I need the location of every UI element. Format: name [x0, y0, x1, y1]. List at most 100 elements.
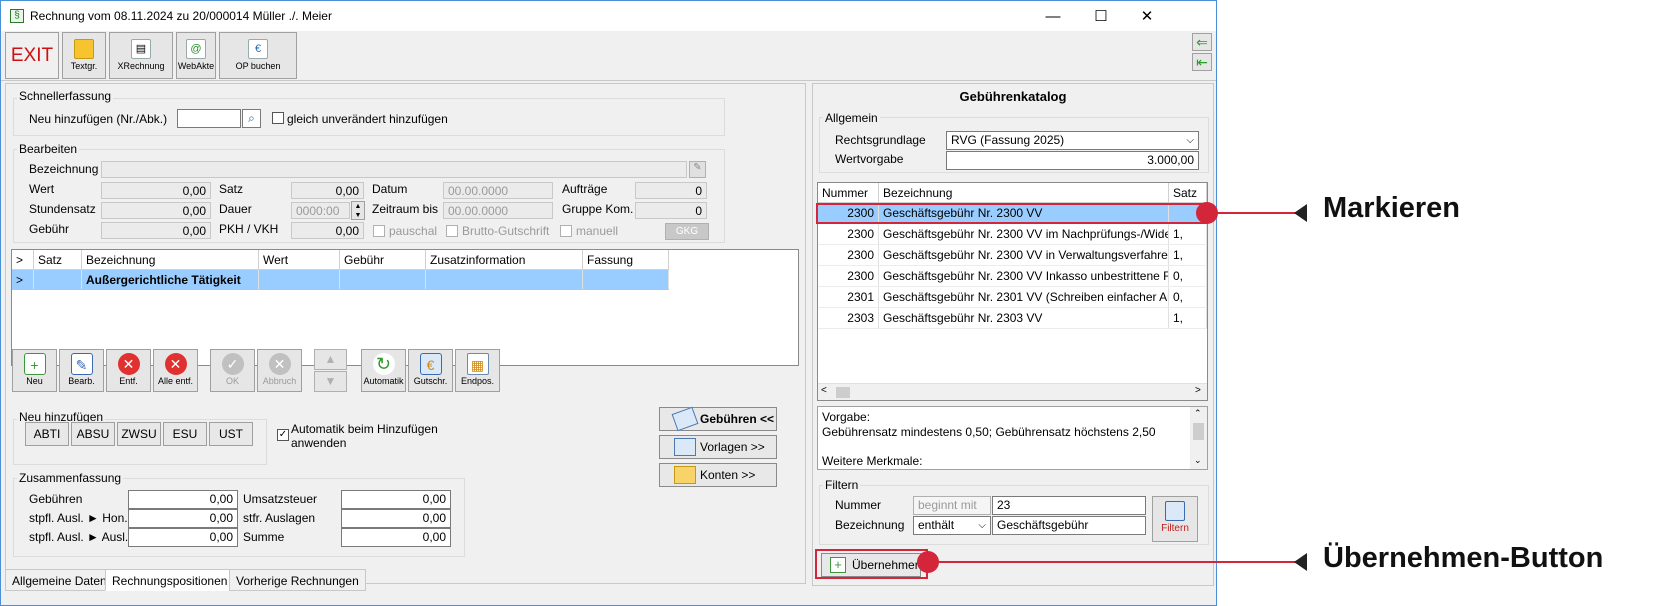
zus-summe-label: Summe: [243, 530, 285, 544]
scroll-right-icon[interactable]: >: [1195, 385, 1201, 396]
neu-button[interactable]: + Neu: [12, 349, 57, 392]
filtern-button[interactable]: Filtern: [1152, 496, 1198, 542]
alle-entf-button[interactable]: ✕ Alle entf.: [153, 349, 198, 392]
konten-label: Konten >>: [700, 468, 756, 482]
uebernehmen-line: [928, 561, 1307, 563]
textgr-button[interactable]: Textgr.: [62, 32, 106, 79]
rechtsgrundlage-select[interactable]: RVG (Fassung 2025) ⌵: [946, 131, 1199, 150]
search-icon[interactable]: ⌕: [242, 109, 261, 128]
bearb-button[interactable]: ✎ Bearb.: [59, 349, 104, 392]
katalog-row[interactable]: 2301 Geschäftsgebühr Nr. 2301 VV (Schreib…: [818, 287, 1207, 308]
scroll-down-icon[interactable]: ⌄: [1194, 455, 1202, 466]
absu-button[interactable]: ABSU: [71, 422, 115, 446]
arrow-left-icon[interactable]: ⇐: [1192, 33, 1212, 51]
xrechnung-icon: ▤: [131, 39, 151, 59]
konten-button[interactable]: Konten >>: [659, 463, 777, 487]
esu-button[interactable]: ESU: [163, 422, 207, 446]
arrow-left-first-icon[interactable]: ⇤: [1192, 53, 1212, 71]
col-wert-header[interactable]: Wert: [259, 250, 340, 270]
endpos-button[interactable]: ▦ Endpos.: [455, 349, 500, 392]
neu-hinzufuegen-input[interactable]: [177, 109, 241, 128]
zus-umsatzsteuer-field: 0,00: [341, 490, 451, 509]
katalog-row[interactable]: 2300 Geschäftsgebühr Nr. 2300 VV Inkasso …: [818, 266, 1207, 287]
col-bez-header[interactable]: Bezeichnung: [879, 183, 1169, 203]
col-nummer-header[interactable]: Nummer: [818, 183, 879, 203]
katalog-cell-bezeichnung: Geschäftsgebühr Nr. 2300 VV in Verwaltun…: [879, 245, 1169, 265]
row-satz: [34, 270, 82, 289]
horizontal-scrollbar[interactable]: < >: [818, 383, 1207, 400]
ust-button[interactable]: UST: [209, 422, 253, 446]
dauer-spinner-icon[interactable]: ▲ ▼: [351, 201, 365, 220]
table-row[interactable]: > Außergerichtliche Tätigkeit: [12, 270, 669, 290]
webakte-button[interactable]: @ WebAkte: [176, 32, 216, 79]
col-gebuehr-header[interactable]: Gebühr: [340, 250, 426, 270]
katalog-row[interactable]: 2300 Geschäftsgebühr Nr. 2300 VV im Nachp…: [818, 224, 1207, 245]
col-fassung-header[interactable]: Fassung: [583, 250, 669, 270]
bearbeiten-title: Bearbeiten: [17, 142, 80, 156]
col-marker-header[interactable]: >: [12, 250, 34, 270]
zwsu-button[interactable]: ZWSU: [117, 422, 161, 446]
zusammenfassung-title: Zusammenfassung: [17, 471, 124, 485]
tab-rechnungspositionen[interactable]: Rechnungspositionen: [105, 569, 235, 591]
minimize-button[interactable]: —: [1030, 1, 1076, 31]
automatik-label-1: Automatik beim Hinzufügen: [291, 422, 438, 436]
katalog-cell-nummer: 2300: [818, 224, 879, 244]
wertvorgabe-input[interactable]: 3.000,00: [946, 151, 1199, 170]
col-satz-header[interactable]: Satz: [34, 250, 82, 270]
katalog-row[interactable]: 2303 Geschäftsgebühr Nr. 2303 VV 1,: [818, 308, 1207, 329]
close-button[interactable]: ✕: [1124, 1, 1170, 31]
wertvorgabe-label: Wertvorgabe: [835, 152, 904, 166]
maximize-button[interactable]: ☐: [1078, 1, 1124, 31]
move-down-icon[interactable]: ▼: [314, 371, 347, 392]
scroll-up-icon[interactable]: ⌃: [1194, 408, 1202, 419]
filter-nummer-input[interactable]: 23: [992, 496, 1146, 515]
filter-nummer-mode[interactable]: beginnt mit: [913, 496, 991, 515]
gkg-button[interactable]: GKG: [665, 223, 709, 240]
schnellerfassung-title: Schnellerfassung: [17, 89, 114, 103]
app-icon: §: [10, 9, 24, 23]
gleich-checkbox[interactable]: [272, 112, 284, 124]
row-fassung: [583, 270, 669, 289]
satz-label: Satz: [219, 182, 244, 196]
scroll-left-icon[interactable]: <: [821, 385, 827, 396]
webakte-label: WebAkte: [177, 61, 215, 71]
ok-button[interactable]: ✓ OK: [210, 349, 255, 392]
col-bezeichnung-header[interactable]: Bezeichnung: [82, 250, 259, 270]
katalog-cell-satz: 1,: [1169, 224, 1207, 244]
scroll-thumb[interactable]: [836, 387, 850, 398]
katalog-cell-satz: 1,: [1169, 308, 1207, 328]
credit-icon: €: [419, 353, 442, 375]
vorlagen-button[interactable]: Vorlagen >>: [659, 435, 777, 459]
automatik-button[interactable]: ↻ Automatik: [361, 349, 406, 392]
row-marker: >: [12, 270, 34, 289]
tab-vorherige-rechnungen[interactable]: Vorherige Rechnungen: [229, 569, 366, 591]
gutschr-button[interactable]: € Gutschr.: [408, 349, 453, 392]
lookup-icon[interactable]: ✎: [689, 161, 706, 178]
pauschal-checkbox[interactable]: [373, 225, 385, 237]
filter-bez-mode[interactable]: enthält ⌵: [913, 516, 991, 535]
manuell-checkbox[interactable]: [560, 225, 572, 237]
katalog-cell-nummer: 2300: [818, 266, 879, 286]
abbruch-button[interactable]: ✕ Abbruch: [257, 349, 302, 392]
automatik-checkbox[interactable]: ✓: [277, 429, 289, 441]
entf-button[interactable]: ✕ Entf.: [106, 349, 151, 392]
col-satz-header[interactable]: Satz: [1169, 183, 1207, 203]
move-up-icon[interactable]: ▲: [314, 349, 347, 370]
exit-button[interactable]: EXIT: [5, 32, 59, 79]
col-zusatz-header[interactable]: Zusatzinformation: [426, 250, 583, 270]
katalog-row[interactable]: 2300 Geschäftsgebühr Nr. 2300 VV in Verwa…: [818, 245, 1207, 266]
brutto-checkbox[interactable]: [446, 225, 458, 237]
vscroll-thumb[interactable]: [1193, 423, 1204, 440]
gebuehren-button[interactable]: Gebühren <<: [659, 406, 777, 432]
pkh-field: 0,00: [291, 222, 364, 239]
vertical-scrollbar[interactable]: ⌃ ⌄: [1190, 407, 1207, 469]
filter-bez-input[interactable]: Geschäftsgebühr: [992, 516, 1146, 535]
textgr-label: Textgr.: [70, 61, 98, 71]
abti-button[interactable]: ABTI: [25, 422, 69, 446]
tab-allgemeine-daten[interactable]: Allgemeine Daten: [5, 569, 114, 591]
entf-label: Entf.: [119, 376, 138, 386]
wert-field: 0,00: [101, 182, 211, 199]
xrechnung-button[interactable]: ▤ XRechnung: [109, 32, 173, 79]
op-buchen-button[interactable]: € OP buchen: [219, 32, 297, 79]
katalog-cell-satz: 0,: [1169, 266, 1207, 286]
